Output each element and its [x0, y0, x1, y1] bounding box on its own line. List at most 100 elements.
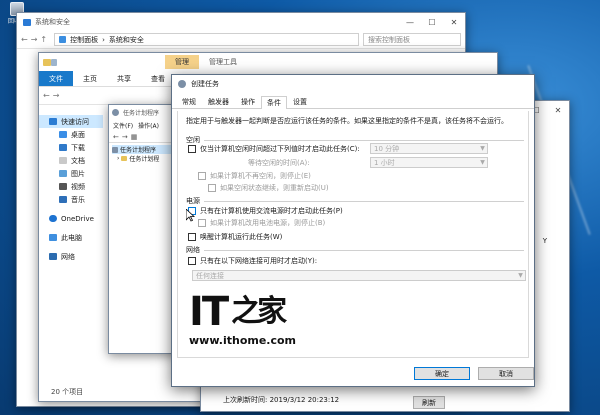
section-power: 电源: [186, 196, 524, 206]
idle-restart-checkbox[interactable]: [208, 184, 216, 192]
sidebar-item-desktop[interactable]: 桌面: [39, 128, 103, 141]
tab-file[interactable]: 文件: [39, 71, 73, 86]
dialog-titlebar[interactable]: 创建任务: [172, 75, 534, 93]
dialog-title: 创建任务: [191, 80, 219, 88]
idle-wait-label: 等待空闲的时间(A):: [248, 159, 310, 167]
window-title: 管理工具: [209, 58, 237, 66]
sidebar-item-downloads[interactable]: 下载: [39, 141, 103, 154]
tree-item-root[interactable]: 任务计划程序: [112, 145, 174, 154]
folder-icon: [43, 58, 51, 66]
refresh-button[interactable]: 刷新: [413, 396, 445, 409]
address-bar[interactable]: 控制面板 › 系统和安全: [54, 33, 359, 46]
expand-icon[interactable]: ›: [117, 155, 119, 162]
breadcrumb-2[interactable]: 系统和安全: [109, 35, 144, 45]
tab-conditions[interactable]: 条件: [261, 96, 287, 109]
forward-arrow-icon[interactable]: →: [31, 35, 38, 44]
last-refresh-label: 上次刷新时间: 2019/3/12 20:23:12: [223, 396, 340, 404]
idle-restart-option[interactable]: 如果空闲状态继续，则重新启动(U): [208, 183, 329, 193]
tree-view: 任务计划程序 › 任务计划程: [109, 143, 177, 165]
network-option[interactable]: 只有在以下网络连接可用时才启动(Y):: [188, 256, 317, 266]
chevron-down-icon: ▼: [518, 272, 523, 279]
back-arrow-icon[interactable]: ←: [113, 133, 119, 141]
task-scheduler-titlebar[interactable]: 任务计划程序: [109, 105, 177, 119]
sidebar-item-this-pc[interactable]: 此电脑: [39, 231, 103, 244]
sidebar-item-network[interactable]: 网络: [39, 250, 103, 263]
network-select[interactable]: 任何连接 ▼: [192, 270, 526, 281]
menu-action[interactable]: 操作(A): [138, 121, 159, 130]
close-button[interactable]: ✕: [547, 101, 569, 119]
idle-start-checkbox[interactable]: [188, 145, 196, 153]
properties-icon: [51, 58, 57, 66]
back-arrow-icon[interactable]: ←: [21, 35, 28, 44]
menu-bar: 文件(F) 操作(A): [109, 119, 177, 132]
forward-arrow-icon[interactable]: →: [53, 91, 60, 100]
tab-triggers[interactable]: 触发器: [202, 95, 235, 108]
power-ac-option[interactable]: 只有在计算机使用交流电源时才启动此任务(P): [188, 206, 343, 216]
menu-file[interactable]: 文件(F): [113, 121, 133, 130]
tree-item-child[interactable]: › 任务计划程: [112, 154, 174, 163]
tab-general[interactable]: 常规: [176, 95, 202, 108]
tab-actions[interactable]: 操作: [235, 95, 261, 108]
chevron-down-icon: ▼: [480, 159, 485, 166]
logo-url: www.ithome.com: [189, 334, 297, 347]
power-battery-option[interactable]: 如果计算机改用电池电源，则停止(B): [198, 218, 325, 228]
clock-icon: [112, 108, 119, 116]
wake-option[interactable]: 唤醒计算机运行此任务(W): [188, 232, 282, 242]
power-battery-checkbox[interactable]: [198, 219, 206, 227]
navigation-pane: 快速访问 桌面 下载 文档 图片 视频 音乐 OneDrive 此电脑 网络: [39, 115, 103, 263]
window-title: 系统和安全: [35, 18, 70, 26]
tab-settings[interactable]: 设置: [287, 95, 313, 108]
search-input[interactable]: 搜索控制面板: [363, 33, 461, 46]
tab-view[interactable]: 查看: [141, 71, 175, 86]
dialog-tabs: 常规 触发器 操作 条件 设置: [172, 95, 534, 109]
forward-arrow-icon[interactable]: →: [122, 133, 128, 141]
mouse-cursor-icon: [186, 209, 195, 222]
wake-checkbox[interactable]: [188, 233, 196, 241]
back-arrow-icon[interactable]: ←: [43, 91, 50, 100]
idle-time-select[interactable]: 10 分钟 ▼: [370, 143, 488, 154]
idle-start-option[interactable]: 仅当计算机空闲时间超过下列值时才启动此任务(C):: [188, 144, 360, 154]
desktop-icon: [59, 131, 67, 138]
sidebar-item-pictures[interactable]: 图片: [39, 167, 103, 180]
control-panel-icon: [59, 36, 67, 43]
computer-icon: [49, 234, 57, 241]
network-checkbox[interactable]: [188, 257, 196, 265]
up-arrow-icon[interactable]: ↑: [40, 35, 47, 44]
task-scheduler-window[interactable]: 任务计划程序 文件(F) 操作(A) ← → ▦ 任务计划程序 › 任务计划程: [108, 104, 178, 354]
download-icon: [59, 144, 67, 151]
picture-icon: [59, 170, 67, 177]
address-row: ← → ↑ 控制面板 › 系统和安全 搜索控制面板: [17, 31, 465, 49]
sidebar-item-onedrive[interactable]: OneDrive: [39, 212, 103, 225]
maximize-button[interactable]: ☐: [421, 13, 443, 31]
video-icon: [59, 183, 67, 190]
logo-zh: 之家: [231, 294, 287, 329]
cancel-button[interactable]: 取消: [478, 367, 534, 380]
manage-tab[interactable]: 管理: [165, 55, 199, 69]
side-letter: Y: [542, 237, 547, 245]
idle-wait-select[interactable]: 1 小时 ▼: [370, 157, 488, 168]
ok-button[interactable]: 确定: [414, 367, 470, 380]
sidebar-item-videos[interactable]: 视频: [39, 180, 103, 193]
tab-share[interactable]: 共享: [107, 71, 141, 86]
logo-it: IT: [189, 289, 229, 335]
idle-stop-checkbox[interactable]: [198, 172, 206, 180]
sidebar-item-documents[interactable]: 文档: [39, 154, 103, 167]
idle-stop-option[interactable]: 如果计算机不再空闲，则停止(E): [198, 171, 311, 181]
close-button[interactable]: ✕: [443, 13, 465, 31]
nav-arrows: ← →: [43, 91, 62, 100]
clock-icon: [178, 80, 186, 88]
item-count-status: 20 个项目: [51, 388, 84, 396]
view-icon[interactable]: ▦: [131, 133, 138, 141]
sidebar-item-quick-access[interactable]: 快速访问: [39, 115, 103, 128]
sidebar-item-music[interactable]: 音乐: [39, 193, 103, 206]
cloud-icon: [49, 215, 57, 222]
conditions-description: 指定用于与触发器一起判断是否应运行该任务的条件。如果这里指定的条件不是真，该任务…: [186, 117, 508, 125]
tab-home[interactable]: 主页: [73, 71, 107, 86]
star-icon: [49, 118, 57, 125]
system-security-titlebar[interactable]: 系统和安全 — ☐ ✕: [17, 13, 465, 31]
ithome-watermark: IT 之家 www.ithome.com: [189, 289, 297, 347]
breadcrumb-1[interactable]: 控制面板: [70, 35, 98, 45]
admin-tools-titlebar[interactable]: 管理 管理工具: [39, 53, 497, 71]
shield-icon: [23, 18, 31, 26]
minimize-button[interactable]: —: [399, 13, 421, 31]
